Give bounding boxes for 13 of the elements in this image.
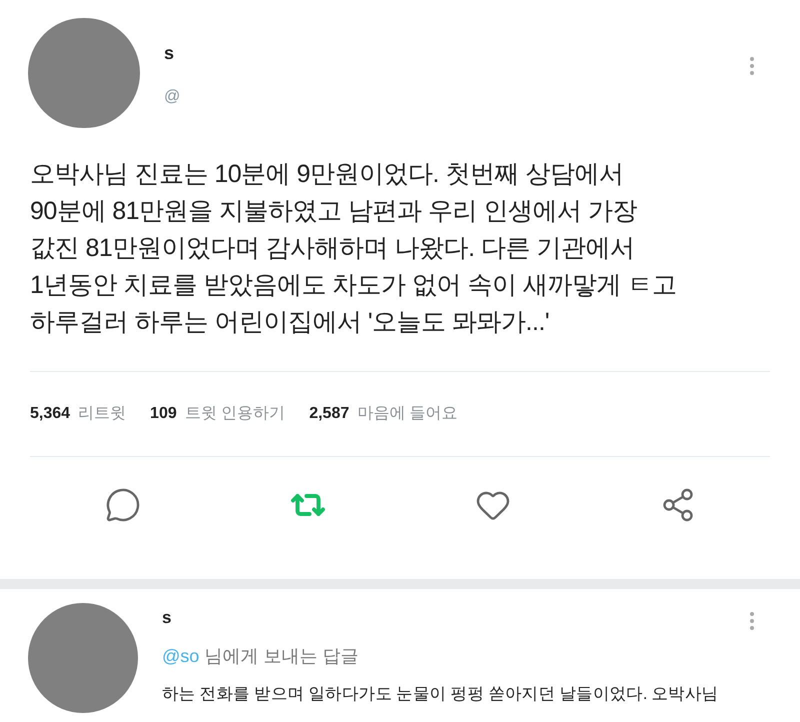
- user-name: s: [164, 42, 176, 65]
- reply-button[interactable]: [104, 487, 140, 523]
- stat-label: 트윗 인용하기: [184, 404, 286, 424]
- user-handle: @: [164, 87, 180, 107]
- user-name: s: [162, 607, 172, 629]
- stat-count: 5,364: [30, 404, 70, 424]
- reply-to-text: @so 님에게 보내는 답글: [162, 644, 360, 668]
- stat-count: 2,587: [309, 404, 350, 424]
- tweet-text: 오박사님 진료는 10분에 9만원이었다. 첫번째 상담에서 90분에 81만원을 지불하였고 남편과 우리 인생에서 가장 값진 81만원이었다며 감사해하며 나왔다. 다른 기관에서 1년동안 치료를 받았음에도 차도가 없어 속이 새까맣게 ㅌ고 하루걸러 하루는 어린이집에서 '오늘도 뫄뫄가...': [29, 159, 678, 338]
- stat-label: 마음에 들어요: [357, 404, 458, 424]
- stat-label: 리트윗: [78, 404, 126, 424]
- stat-count: 109: [150, 404, 177, 424]
- reply-text: 하는 전화를 받으며 일하다가도 눈물이 펑펑 쏟아지던 날들이었다. 오박사님: [162, 684, 718, 704]
